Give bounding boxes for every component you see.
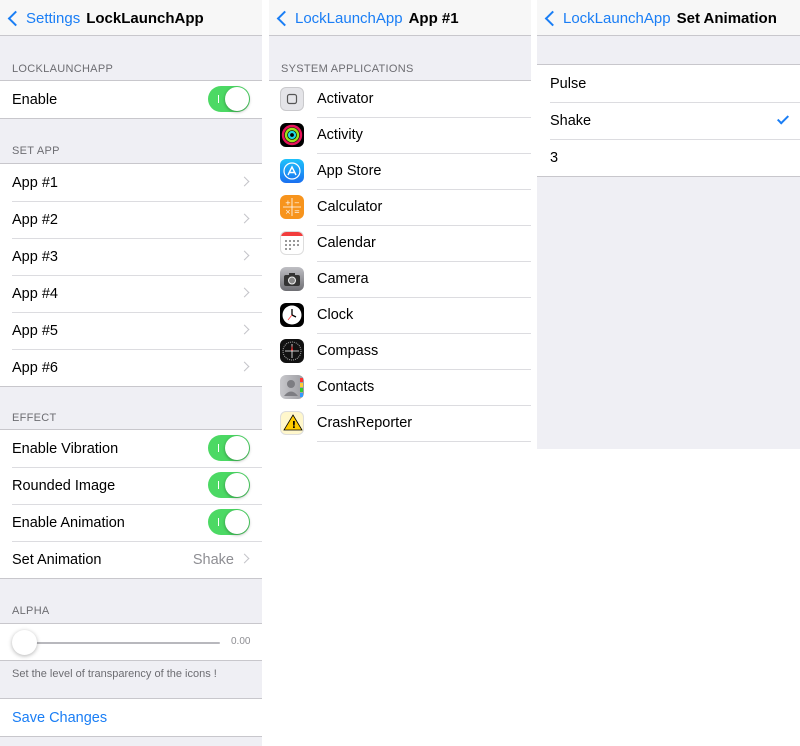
section-header-effect: EFFECT — [12, 412, 57, 424]
page-title: App #1 — [408, 9, 459, 27]
app-picker-panel: LockLaunchApp App #1 SYSTEM APPLICATIONS… — [269, 0, 531, 449]
back-label: Settings — [26, 9, 81, 27]
page-title: LockLaunchApp — [86, 9, 204, 27]
back-button[interactable]: Settings LockLaunchApp — [6, 0, 204, 36]
enable-toggle[interactable] — [208, 86, 250, 112]
option-3[interactable]: 3 — [537, 139, 800, 176]
app-row-calculator[interactable]: + − × = Calculator — [269, 189, 531, 225]
group-enable: Enable — [0, 80, 262, 119]
calendar-icon — [280, 231, 304, 255]
camera-icon — [280, 267, 304, 291]
back-button[interactable]: LockLaunchApp App #1 — [275, 0, 459, 36]
app-row-crash-reporter[interactable]: ! CrashReporter — [269, 405, 531, 441]
section-header-system-apps: SYSTEM APPLICATIONS — [281, 63, 414, 75]
chevron-right-icon — [239, 324, 250, 335]
app-row-activity[interactable]: Activity — [269, 117, 531, 153]
app-row-app-store[interactable]: App Store — [269, 153, 531, 189]
chevron-left-icon — [276, 10, 293, 26]
contacts-icon — [280, 375, 304, 399]
app-row-6[interactable]: App #6 — [0, 349, 262, 386]
rounded-image-toggle[interactable] — [208, 472, 250, 498]
activity-icon — [280, 123, 304, 147]
alpha-slider-track[interactable] — [24, 642, 220, 644]
app-row-activator[interactable]: Activator — [269, 81, 531, 117]
section-header-main: LOCKLAUNCHAPP — [12, 63, 114, 75]
chevron-right-icon — [239, 287, 250, 298]
crash-reporter-icon: ! — [280, 411, 304, 435]
row-enable-vibration: Enable Vibration — [0, 430, 262, 467]
set-animation-panel: LockLaunchApp Set Animation Pulse Shake … — [537, 0, 800, 449]
svg-text:+: + — [285, 199, 291, 207]
group-alpha: 0.00 — [0, 623, 262, 661]
checkmark-icon — [776, 112, 790, 125]
row-enable-animation: Enable Animation — [0, 504, 262, 541]
set-animation-value: Shake — [192, 551, 234, 568]
app-row-compass[interactable]: Compass — [269, 333, 531, 369]
option-shake[interactable]: Shake — [537, 102, 800, 139]
vibration-toggle[interactable] — [208, 435, 250, 461]
app-row-clock[interactable]: Clock — [269, 297, 531, 333]
back-label: LockLaunchApp — [295, 9, 403, 27]
row-rounded-image: Rounded Image — [0, 467, 262, 504]
section-header-alpha: ALPHA — [12, 605, 50, 617]
navbar: LockLaunchApp App #1 — [269, 0, 531, 36]
alpha-value: 0.00 — [231, 636, 251, 647]
svg-text:×: × — [285, 208, 291, 216]
app-row-5[interactable]: App #5 — [0, 312, 262, 349]
navbar: Settings LockLaunchApp — [0, 0, 262, 36]
chevron-left-icon — [544, 10, 561, 26]
chevron-right-icon — [239, 553, 250, 564]
page-title: Set Animation — [676, 9, 777, 27]
navbar: LockLaunchApp Set Animation — [537, 0, 800, 36]
settings-panel-locklaunchapp: Settings LockLaunchApp LOCKLAUNCHAPP Ena… — [0, 0, 262, 746]
row-set-animation[interactable]: Set Animation Shake — [0, 541, 262, 578]
back-button[interactable]: LockLaunchApp Set Animation — [543, 0, 777, 36]
svg-text:−: − — [294, 199, 300, 207]
calculator-icon: + − × = — [280, 195, 304, 219]
svg-text:!: ! — [292, 420, 297, 431]
group-save: Save Changes — [0, 698, 262, 737]
animation-toggle[interactable] — [208, 509, 250, 535]
app-list: Activator Activity App Store + − × = Calcul… — [269, 80, 531, 449]
chevron-right-icon — [239, 361, 250, 372]
enable-label: Enable — [12, 91, 58, 108]
group-effect: Enable Vibration Rounded Image Enable An… — [0, 429, 262, 579]
app-row-1[interactable]: App #1 — [0, 164, 262, 201]
svg-text:=: = — [294, 208, 300, 216]
app-row-calendar[interactable]: Calendar — [269, 225, 531, 261]
chevron-right-icon — [239, 213, 250, 224]
app-row-2[interactable]: App #2 — [0, 201, 262, 238]
chevron-right-icon — [239, 250, 250, 261]
clock-icon — [280, 303, 304, 327]
app-row-3[interactable]: App #3 — [0, 238, 262, 275]
alpha-slider-thumb[interactable] — [12, 630, 37, 655]
compass-icon — [280, 339, 304, 363]
alpha-footnote: Set the level of transparency of the ico… — [12, 668, 217, 680]
activator-icon — [280, 87, 304, 111]
app-store-icon — [280, 159, 304, 183]
group-set-app: App #1 App #2 App #3 App #4 App #5 App #… — [0, 163, 262, 387]
app-row-contacts[interactable]: Contacts — [269, 369, 531, 405]
back-label: LockLaunchApp — [563, 9, 671, 27]
chevron-right-icon — [239, 176, 250, 187]
app-row-camera[interactable]: Camera — [269, 261, 531, 297]
section-header-setapp: SET APP — [12, 145, 60, 157]
option-pulse[interactable]: Pulse — [537, 65, 800, 102]
app-row-partial — [269, 441, 531, 449]
app-row-4[interactable]: App #4 — [0, 275, 262, 312]
animation-options: Pulse Shake 3 — [537, 64, 800, 177]
row-enable: Enable — [0, 81, 262, 118]
save-changes-button[interactable]: Save Changes — [0, 699, 262, 736]
chevron-left-icon — [7, 10, 24, 26]
